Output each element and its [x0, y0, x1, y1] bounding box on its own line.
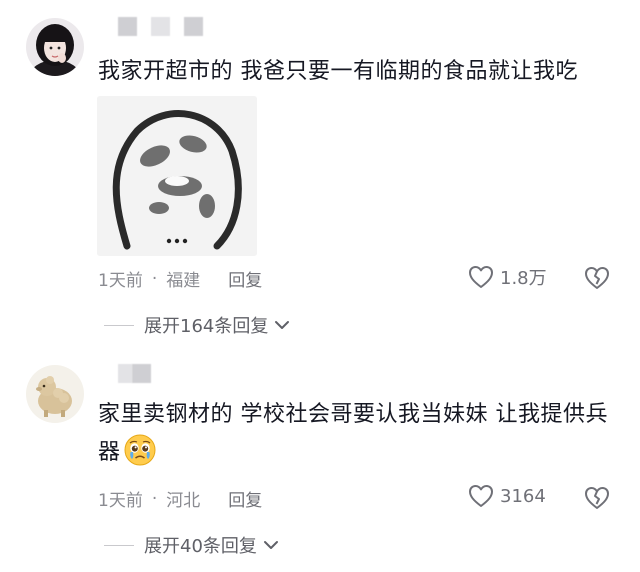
- chevron-down-icon: [275, 321, 290, 329]
- username-masked[interactable]: [118, 364, 151, 383]
- comment-item: 家里卖钢材的 学校社会哥要认我当妹妹 让我提供兵器 1天前 · 河北 回复 31…: [0, 350, 640, 572]
- comment-location: 河北: [166, 491, 201, 511]
- broken-heart-icon[interactable]: [584, 265, 610, 291]
- meta-separator: ·: [151, 268, 158, 289]
- masked-name-block: [151, 17, 170, 36]
- comment-time: 1天前: [98, 271, 143, 291]
- expand-replies-label: 展开40条回复: [144, 536, 257, 557]
- heart-icon: [469, 485, 493, 507]
- comment-meta: 1天前 · 河北 回复: [98, 486, 262, 512]
- doodle-face-sticker-icon[interactable]: [97, 96, 257, 256]
- meta-separator: ·: [151, 488, 158, 509]
- like-button[interactable]: 1.8万: [468, 264, 547, 290]
- heart-icon: [469, 266, 493, 288]
- divider: [104, 544, 134, 546]
- reply-button[interactable]: 回复: [228, 486, 262, 511]
- like-count: 3164: [500, 485, 546, 507]
- expand-replies-label: 展开164条回复: [144, 316, 269, 337]
- username-masked[interactable]: [118, 17, 203, 36]
- reply-button[interactable]: 回复: [228, 266, 262, 291]
- masked-name-block: [132, 364, 151, 383]
- pleading-crying-face-icon: [123, 433, 157, 467]
- masked-name-block: [118, 364, 132, 383]
- comment-item: 我家开超市的 我爸只要一有临期的食品就让我吃 1天前 · 福建 回复 1.8万 …: [0, 0, 640, 345]
- comment-text: 家里卖钢材的 学校社会哥要认我当妹妹 让我提供兵器: [98, 397, 628, 471]
- like-count: 1.8万: [500, 268, 547, 289]
- masked-name-block: [118, 17, 137, 36]
- masked-name-block: [184, 17, 203, 36]
- comment-time: 1天前: [98, 491, 143, 511]
- avatar[interactable]: [26, 18, 84, 76]
- comment-meta: 1天前 · 福建 回复: [98, 266, 262, 292]
- chevron-down-icon: [263, 541, 278, 549]
- comment-location: 福建: [166, 271, 201, 291]
- expand-replies-button[interactable]: 展开164条回复: [104, 312, 290, 338]
- comment-text: 我家开超市的 我爸只要一有临期的食品就让我吃: [98, 59, 578, 84]
- comment-text-content: 家里卖钢材的 学校社会哥要认我当妹妹 让我提供兵器: [98, 402, 608, 465]
- expand-replies-button[interactable]: 展开40条回复: [104, 532, 279, 558]
- avatar[interactable]: [26, 365, 84, 423]
- broken-heart-icon[interactable]: [584, 485, 610, 511]
- like-button[interactable]: 3164: [468, 484, 546, 508]
- divider: [104, 324, 134, 326]
